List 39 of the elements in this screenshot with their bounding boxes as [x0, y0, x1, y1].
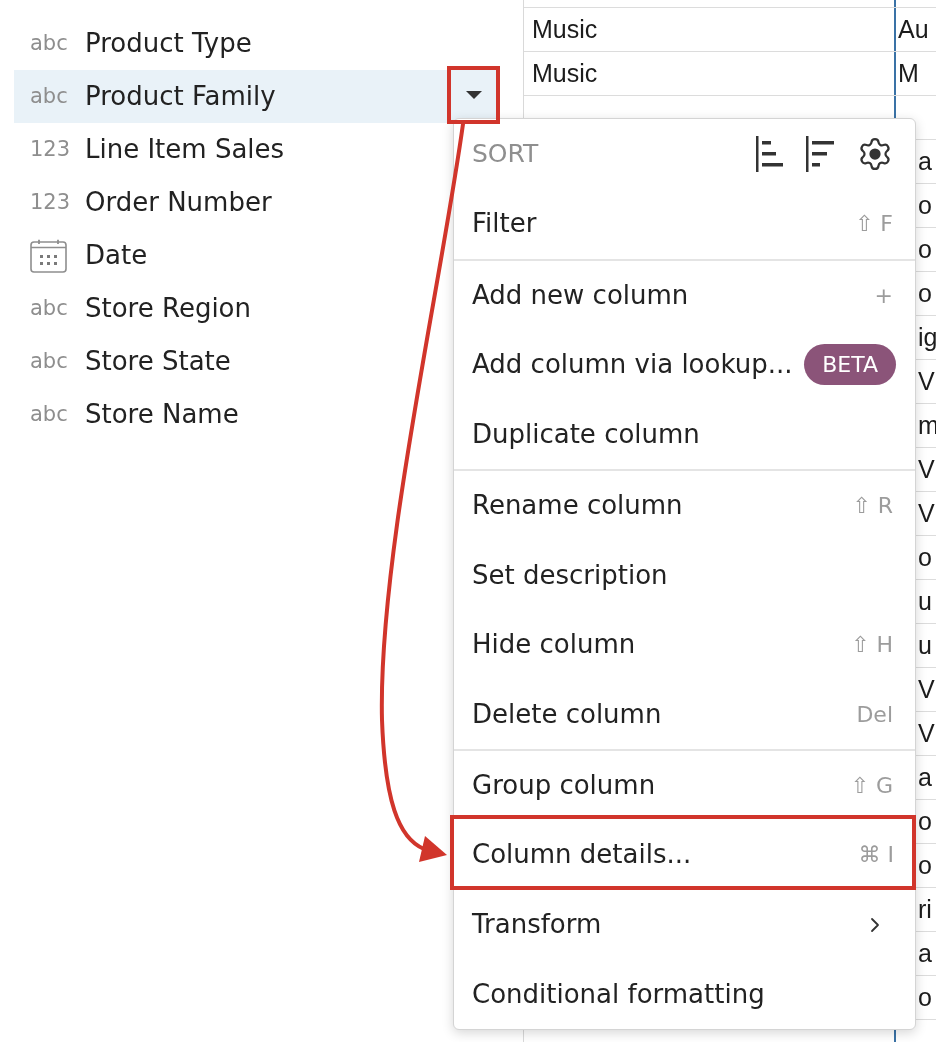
cell-text: Au	[898, 13, 929, 45]
cell-text: M	[898, 57, 919, 89]
cell-text: o	[918, 981, 932, 1013]
cell-text: a	[918, 761, 932, 793]
cell-text: o	[918, 849, 932, 881]
beta-badge: BETA	[804, 344, 896, 386]
cell-text: V	[918, 497, 935, 529]
cell-text: o	[918, 189, 932, 221]
data-type-label: 123	[30, 139, 71, 160]
keyboard-shortcut: ⇧ F	[854, 210, 893, 239]
cell-text: V	[918, 717, 935, 749]
cell-text: o	[918, 541, 932, 573]
cell-text: a	[918, 937, 932, 969]
cell-text: o	[918, 805, 932, 837]
data-type-label: abc	[30, 33, 68, 54]
cell-text: Music	[532, 57, 598, 89]
keyboard-shortcut: ⇧ R	[852, 492, 893, 521]
keyboard-shortcut: Del	[856, 700, 893, 729]
keyboard-shortcut: ⌘ I	[858, 840, 894, 869]
cell-text: ig	[918, 321, 936, 353]
cell-text: ri	[918, 893, 932, 925]
data-type-label: 123	[30, 192, 71, 213]
cell-text: V	[918, 453, 935, 485]
cell-text: Music	[532, 13, 598, 45]
keyboard-shortcut: +	[874, 281, 893, 310]
data-type-label: abc	[30, 351, 68, 372]
cell-text: V	[918, 365, 935, 397]
cell-text: V	[918, 673, 935, 705]
cell-text: u	[918, 629, 932, 661]
section-label: SORT	[472, 138, 539, 171]
data-type-label: abc	[30, 298, 68, 319]
cell-text: u	[918, 585, 932, 617]
data-type-label: abc	[30, 86, 68, 107]
keyboard-shortcut: ⇧ H	[851, 631, 893, 660]
keyboard-shortcut: ⇧ G	[850, 772, 893, 801]
data-type-label: abc	[30, 404, 68, 425]
cell-text: o	[918, 277, 932, 309]
cell-text: o	[918, 233, 932, 265]
cell-text: a	[918, 145, 932, 177]
